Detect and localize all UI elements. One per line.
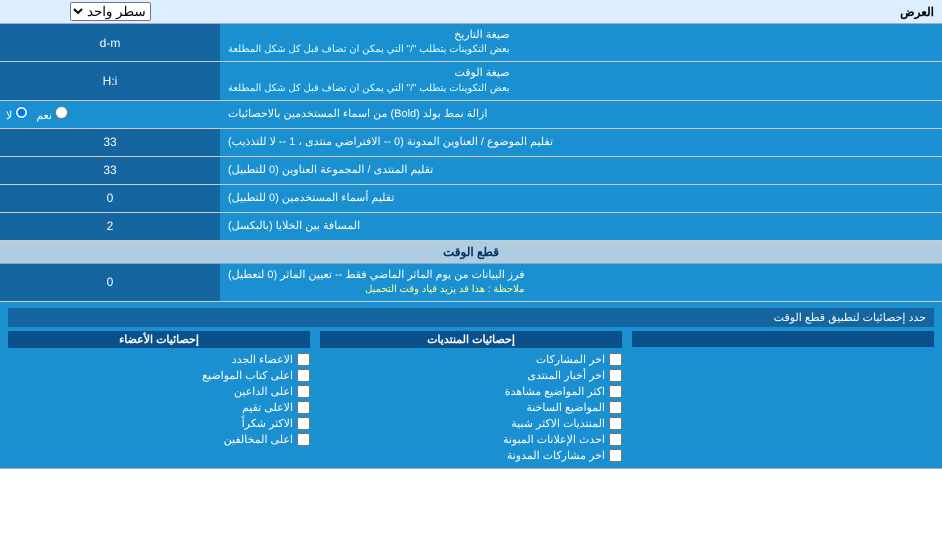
cut-time-label: فرز البيانات من يوم الماثر الماضي فقط --… (220, 264, 942, 301)
col3-header (632, 331, 934, 347)
date-format-row: صيغة التاريخ بعض التكوينات يتطلب "/" الت… (0, 24, 942, 62)
col2-check-5[interactable] (609, 433, 622, 446)
col1-check-2[interactable] (297, 385, 310, 398)
date-format-label: صيغة التاريخ بعض التكوينات يتطلب "/" الت… (220, 24, 942, 61)
checkboxes-grid: إحصائيات المنتديات اخر المشاركات اخر أخب… (8, 331, 934, 462)
time-format-input-area (0, 62, 220, 99)
topic-sort-input-area (0, 129, 220, 156)
date-format-input-area (0, 24, 220, 61)
col2-header: إحصائيات المنتديات (320, 331, 622, 348)
bold-no-radio[interactable] (15, 106, 28, 119)
col2-item-0: اخر المشاركات (320, 353, 622, 366)
checkbox-col-3 (632, 331, 934, 462)
col2-item-6: اخر مشاركات المدونة (320, 449, 622, 462)
bold-yes-label: نعم (36, 106, 68, 122)
cut-time-row: فرز البيانات من يوم الماثر الماضي فقط --… (0, 264, 942, 302)
header-select-area[interactable]: سطر واحد (0, 0, 220, 23)
col1-check-5[interactable] (297, 433, 310, 446)
cell-gap-label: المسافة بين الخلايا (بالبكسل) (220, 213, 942, 240)
forum-sort-input[interactable] (6, 163, 214, 177)
user-trim-input[interactable] (6, 191, 214, 205)
col1-item-2: اعلى الداعين (8, 385, 310, 398)
topic-sort-label: تقليم الموضوع / العناوين المدونة (0 -- ا… (220, 129, 942, 156)
checkboxes-section: حدد إحصائيات لتطبيق قطع الوقت إحصائيات ا… (0, 302, 942, 469)
bold-remove-label: ازالة نمط بولد (Bold) من اسماء المستخدمي… (220, 101, 942, 128)
col1-check-4[interactable] (297, 417, 310, 430)
col2-item-5: احدث الإعلانات المبونة (320, 433, 622, 446)
col1-check-1[interactable] (297, 369, 310, 382)
col2-check-6[interactable] (609, 449, 622, 462)
checkbox-col-2: إحصائيات المنتديات اخر المشاركات اخر أخب… (320, 331, 622, 462)
col2-check-2[interactable] (609, 385, 622, 398)
checkboxes-label: حدد إحصائيات لتطبيق قطع الوقت (8, 308, 934, 327)
col2-check-1[interactable] (609, 369, 622, 382)
col2-check-4[interactable] (609, 417, 622, 430)
topic-sort-input[interactable] (6, 135, 214, 149)
date-format-input[interactable] (6, 36, 214, 50)
col2-check-0[interactable] (609, 353, 622, 366)
user-trim-row: تقليم أسماء المستخدمين (0 للتطبيل) (0, 185, 942, 213)
forum-sort-input-area (0, 157, 220, 184)
header-row: العرض سطر واحد (0, 0, 942, 24)
user-trim-label: تقليم أسماء المستخدمين (0 للتطبيل) (220, 185, 942, 212)
col2-item-3: المواضيع الساخنة (320, 401, 622, 414)
time-format-label: صيغة الوقت بعض التكوينات يتطلب "/" التي … (220, 62, 942, 99)
forum-sort-label: تقليم المنتدى / المجموعة العناوين (0 للت… (220, 157, 942, 184)
col1-check-0[interactable] (297, 353, 310, 366)
col1-item-4: الاكثر شكراً (8, 417, 310, 430)
col1-header: إحصائيات الأعضاء (8, 331, 310, 348)
col1-check-3[interactable] (297, 401, 310, 414)
cell-gap-input[interactable] (6, 219, 214, 233)
topic-sort-row: تقليم الموضوع / العناوين المدونة (0 -- ا… (0, 129, 942, 157)
cell-gap-input-area (0, 213, 220, 240)
col1-item-0: الاعضاء الجدد (8, 353, 310, 366)
col2-check-3[interactable] (609, 401, 622, 414)
bold-yes-radio[interactable] (55, 106, 68, 119)
time-format-row: صيغة الوقت بعض التكوينات يتطلب "/" التي … (0, 62, 942, 100)
bold-radio-area: نعم لا (0, 101, 220, 128)
col1-item-3: الاعلى تقيم (8, 401, 310, 414)
col1-item-1: اعلى كتاب المواضيع (8, 369, 310, 382)
checkbox-col-1: إحصائيات الأعضاء الاعضاء الجدد اعلى كتاب… (8, 331, 310, 462)
forum-sort-row: تقليم المنتدى / المجموعة العناوين (0 للت… (0, 157, 942, 185)
cell-gap-row: المسافة بين الخلايا (بالبكسل) (0, 213, 942, 241)
display-select[interactable]: سطر واحد (70, 2, 151, 21)
bold-remove-row: ازالة نمط بولد (Bold) من اسماء المستخدمي… (0, 101, 942, 129)
cut-time-input-area (0, 264, 220, 301)
time-format-input[interactable] (6, 74, 214, 88)
col1-item-5: اعلى المخالفين (8, 433, 310, 446)
user-trim-input-area (0, 185, 220, 212)
col2-item-2: اكثر المواضيع مشاهدة (320, 385, 622, 398)
cut-section-header: قطع الوقت (0, 241, 942, 264)
col2-item-4: المنتديات الاكثر شبية (320, 417, 622, 430)
bold-no-label: لا (6, 106, 28, 122)
header-label: العرض (220, 2, 942, 22)
cut-time-input[interactable] (6, 275, 214, 289)
col2-item-1: اخر أخبار المنتدى (320, 369, 622, 382)
